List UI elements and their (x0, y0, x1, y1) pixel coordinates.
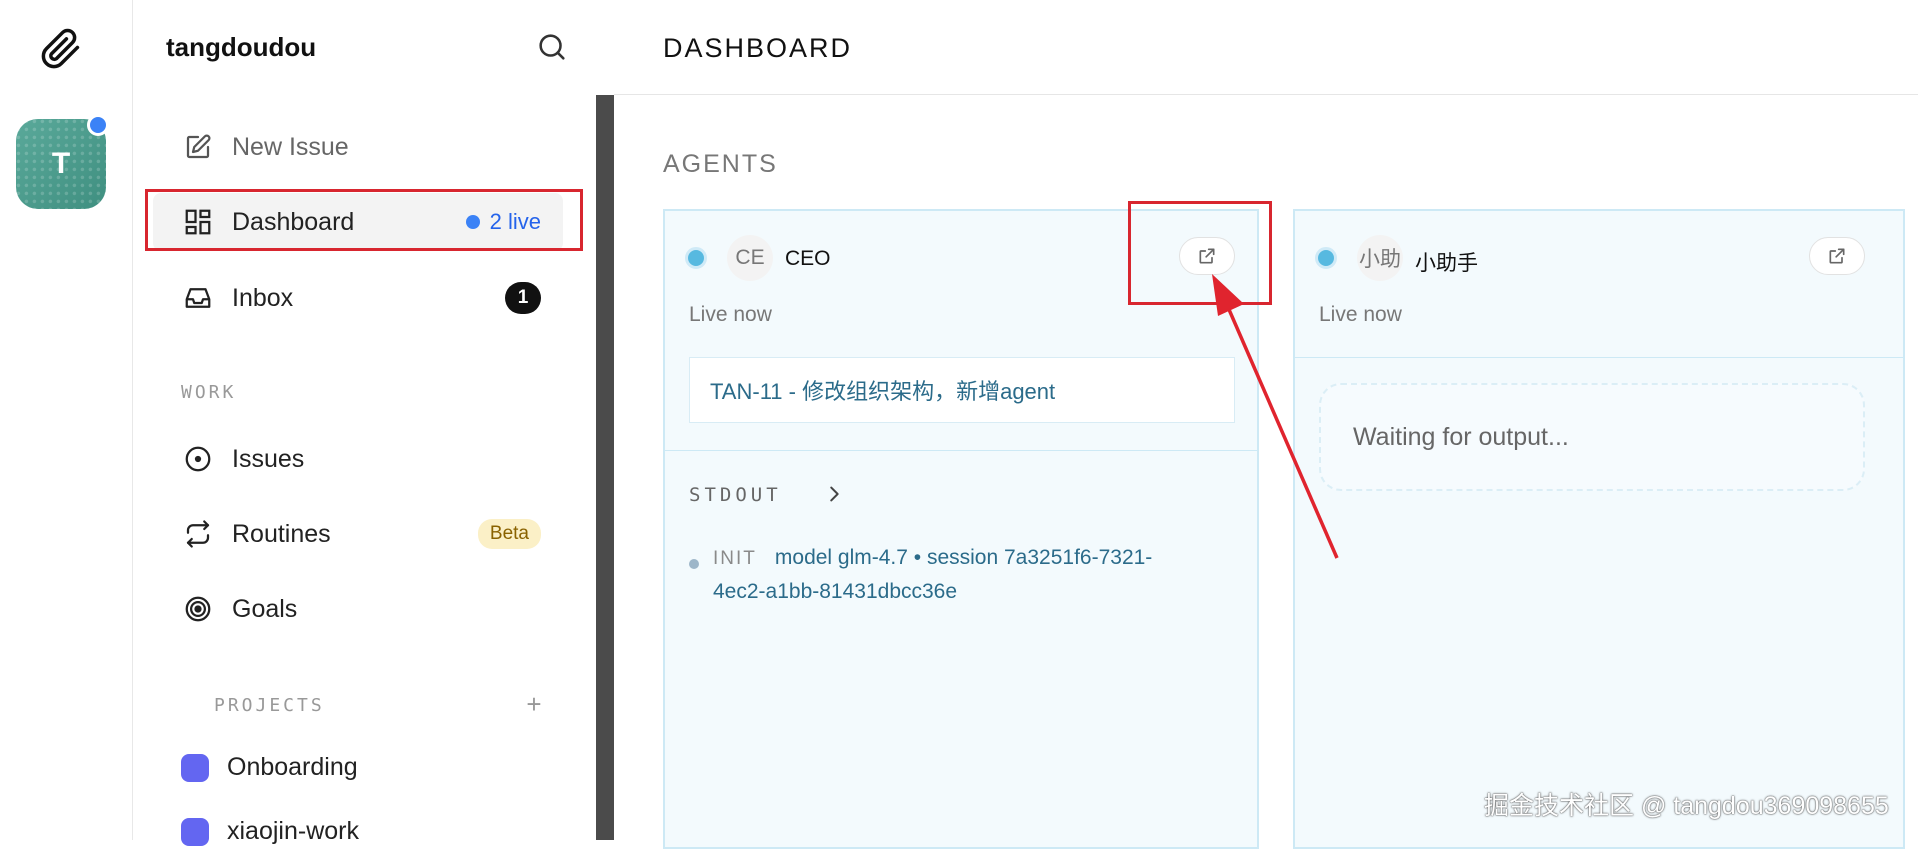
repeat-icon (180, 516, 216, 552)
agent-status: Live now (689, 303, 772, 326)
agent-card-assistant[interactable]: 小助 小助手 Live now Waiting for output... (1293, 209, 1905, 849)
paperclip-icon[interactable] (40, 28, 82, 70)
project-name: xiaojin-work (227, 817, 359, 845)
issues-label: Issues (232, 444, 305, 473)
sidebar: tangdoudou New Issue Dashboard 2 live In… (133, 0, 595, 846)
search-icon[interactable] (535, 30, 569, 64)
routines-label: Routines (232, 519, 331, 548)
log-tag: INIT (713, 548, 757, 569)
project-item[interactable]: Onboarding (181, 753, 358, 782)
agent-avatar: CE (727, 235, 773, 281)
workspace-name: tangdoudou (166, 32, 317, 62)
notification-dot (87, 114, 109, 136)
new-issue-label: New Issue (232, 132, 349, 161)
stdout-label[interactable]: STDOUT (689, 484, 782, 506)
sidebar-item-issues[interactable]: Issues (153, 430, 563, 488)
sidebar-item-inbox[interactable]: Inbox 1 (153, 269, 563, 327)
external-link-icon (1199, 248, 1215, 264)
chevron-right-icon[interactable] (823, 481, 845, 507)
top-bar: DASHBOARD (614, 0, 1918, 95)
section-work: WORK (181, 382, 237, 403)
new-issue-button[interactable]: New Issue (153, 118, 563, 176)
open-external-button[interactable] (1809, 237, 1865, 275)
annotation-arrow-icon (1212, 274, 1339, 559)
live-count-badge: 2 live (465, 209, 541, 235)
project-item[interactable]: xiaojin-work (181, 817, 359, 846)
agent-name: 小助手 (1415, 252, 1478, 275)
live-status-dot (685, 247, 707, 269)
goals-label: Goals (232, 594, 298, 623)
log-text-line2: 4ec2-a1bb-81431dbcc36e (713, 580, 958, 603)
live-dot (465, 215, 480, 229)
agent-avatar: 小助 (1357, 235, 1403, 281)
project-color-swatch (181, 753, 209, 782)
live-status-dot (1315, 247, 1337, 269)
main-content: DASHBOARD AGENTS CE CEO Live now TAN-11 … (614, 0, 1918, 849)
edit-icon (180, 129, 216, 165)
inbox-label: Inbox (232, 283, 294, 312)
sidebar-scrollbar[interactable] (596, 95, 614, 840)
workspace-rail: T (0, 0, 133, 840)
current-issue-link[interactable]: TAN-11 - 修改组织架构，新增agent (689, 357, 1235, 423)
dashboard-label: Dashboard (232, 207, 355, 236)
log-bullet (689, 559, 699, 569)
card-divider (1295, 357, 1903, 358)
section-projects: PROJECTS (214, 695, 325, 716)
dashboard-icon (180, 204, 216, 240)
project-name: Onboarding (227, 753, 358, 781)
agents-heading: AGENTS (663, 150, 778, 178)
sidebar-item-routines[interactable]: Routines Beta (153, 505, 563, 563)
project-color-swatch (181, 817, 209, 846)
add-project-button[interactable]: + (520, 690, 548, 718)
external-link-icon (1829, 248, 1845, 264)
agent-card-ceo[interactable]: CE CEO Live now TAN-11 - 修改组织架构，新增agent … (663, 209, 1259, 849)
sidebar-item-goals[interactable]: Goals (153, 580, 563, 638)
watermark: 掘金技术社区 @ tangdou369098655 (1484, 792, 1889, 820)
live-count-text: 2 live (489, 209, 541, 234)
sidebar-item-dashboard[interactable]: Dashboard 2 live (153, 193, 563, 251)
agent-name: CEO (785, 247, 831, 270)
log-entry: INIT model glm-4.7 • session 7a3251f6-732… (689, 541, 1229, 608)
inbox-count-badge: 1 (505, 282, 541, 314)
page-title: DASHBOARD (663, 33, 853, 63)
avatar-letter: T (51, 147, 71, 180)
inbox-icon (180, 280, 216, 316)
log-text-line1: model glm-4.7 • session 7a3251f6-7321- (774, 546, 1153, 569)
issue-circle-icon (180, 441, 216, 477)
beta-badge: Beta (477, 519, 541, 549)
output-placeholder: Waiting for output... (1319, 383, 1865, 491)
target-icon (180, 591, 216, 627)
card-divider (665, 450, 1257, 451)
